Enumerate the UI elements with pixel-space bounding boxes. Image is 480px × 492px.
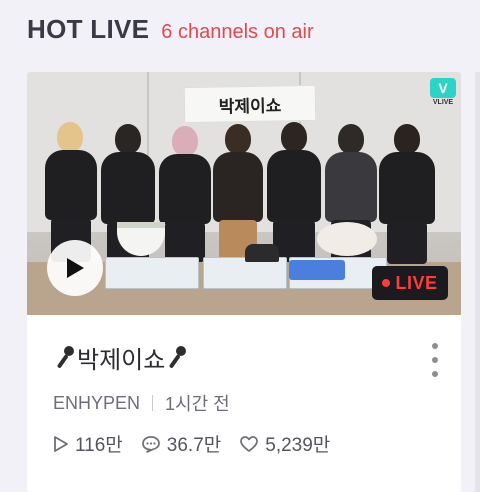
member-figure bbox=[159, 126, 211, 262]
live-time: 1시간 전 bbox=[165, 394, 230, 414]
likes-stat: 5,239만 bbox=[239, 430, 330, 457]
vlive-logo-icon: V VLIVE bbox=[429, 78, 457, 110]
views-count: 116만 bbox=[75, 435, 123, 456]
live-dot-icon bbox=[382, 279, 391, 287]
channel-name[interactable]: ENHYPEN bbox=[53, 393, 140, 414]
more-vertical-icon[interactable] bbox=[429, 343, 441, 377]
play-outline-icon bbox=[54, 435, 68, 452]
live-meta: ENHYPEN 1시간 전 bbox=[53, 390, 230, 416]
live-card[interactable]: 박제이쇼 V VLIVE LIVE 박제이쇼 ENHYPEN 1시간 전 116… bbox=[27, 72, 461, 492]
section-header: HOT LIVE 6 channels on air bbox=[27, 14, 314, 50]
likes-count: 5,239만 bbox=[265, 435, 331, 456]
microphone-icon bbox=[169, 345, 187, 368]
section-title: HOT LIVE bbox=[27, 14, 150, 44]
channels-on-air-count: 6 channels on air bbox=[161, 21, 314, 43]
heart-icon bbox=[240, 435, 259, 452]
live-badge-label: LIVE bbox=[395, 272, 438, 293]
live-thumbnail[interactable]: 박제이쇼 V VLIVE LIVE bbox=[27, 72, 461, 315]
member-figure bbox=[379, 124, 435, 264]
live-stats: 116만 36.7만 5,239만 bbox=[53, 430, 348, 457]
comment-icon bbox=[141, 435, 160, 453]
vlive-logo-label: VLIVE bbox=[432, 99, 454, 106]
member-figure bbox=[213, 124, 263, 260]
live-title-text: 박제이쇼 bbox=[77, 347, 166, 374]
microphone-icon bbox=[57, 345, 74, 368]
cake bbox=[245, 244, 279, 262]
comments-stat: 36.7만 bbox=[141, 430, 221, 457]
member-figure bbox=[267, 122, 321, 262]
live-title[interactable]: 박제이쇼 bbox=[53, 340, 189, 375]
views-stat: 116만 bbox=[53, 430, 123, 457]
live-badge: LIVE bbox=[372, 266, 448, 300]
play-button[interactable] bbox=[47, 240, 103, 296]
show-sign-text: 박제이쇼 bbox=[218, 95, 282, 117]
meta-divider bbox=[152, 395, 154, 411]
table bbox=[105, 257, 199, 289]
next-card-peek[interactable] bbox=[475, 72, 480, 492]
play-icon bbox=[67, 258, 84, 278]
comments-count: 36.7만 bbox=[166, 435, 222, 456]
vlive-v-mark: V bbox=[430, 78, 456, 98]
show-sign: 박제이쇼 bbox=[183, 84, 317, 124]
blue-box bbox=[289, 260, 345, 280]
food-plate bbox=[317, 222, 377, 256]
